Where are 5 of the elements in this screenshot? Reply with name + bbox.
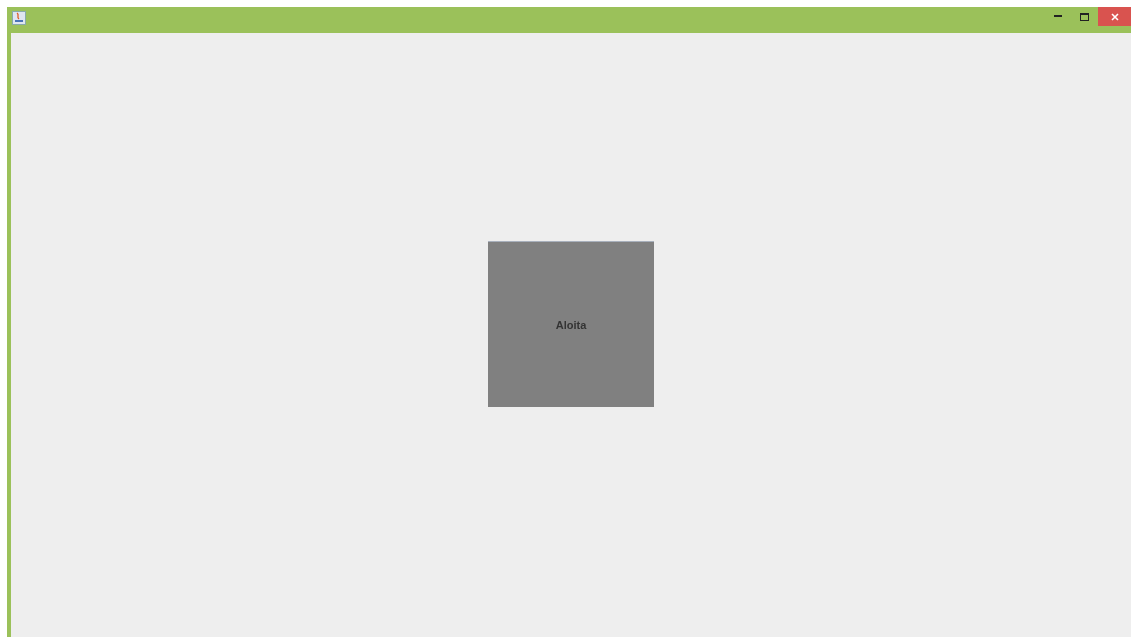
maximize-icon <box>1080 12 1089 21</box>
start-button[interactable]: Aloita <box>488 241 654 407</box>
minimize-icon <box>1053 15 1062 18</box>
app-icon <box>12 11 26 25</box>
close-icon <box>1110 12 1119 21</box>
